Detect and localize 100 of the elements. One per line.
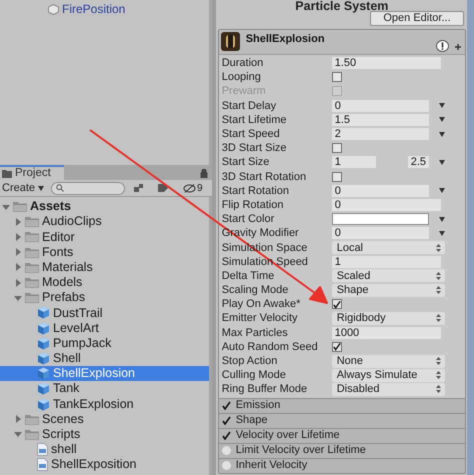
- up-down-arrows-icon: [436, 371, 441, 380]
- property-label: Start Rotation: [222, 184, 290, 197]
- tree-item-label: Scripts: [42, 426, 80, 444]
- module-header[interactable]: Shape: [218, 412, 465, 428]
- tag-icon[interactable]: [157, 183, 170, 193]
- caret-icon[interactable]: [439, 103, 445, 108]
- property-label: Flip Rotation: [222, 198, 284, 211]
- module-header[interactable]: Limit Velocity over Lifetime: [218, 442, 465, 458]
- tree-item[interactable]: Tank: [0, 381, 209, 396]
- property-label: Prewarm: [222, 85, 267, 98]
- number-field[interactable]: 1.5: [332, 114, 429, 126]
- tree-item[interactable]: Shell: [0, 350, 209, 366]
- caret-icon[interactable]: [38, 186, 44, 190]
- scrollbar[interactable]: [467, 0, 474, 475]
- hidden-packages-toggle[interactable]: 9: [183, 180, 203, 196]
- checkbox[interactable]: [332, 72, 342, 82]
- property-label: Duration: [222, 57, 264, 70]
- folder-icon: [25, 231, 39, 242]
- number-field[interactable]: 0: [332, 184, 429, 197]
- tree-item-label: PumpJack: [53, 334, 112, 352]
- tree-item[interactable]: LevelArt: [0, 320, 209, 336]
- search-field[interactable]: [51, 182, 126, 194]
- module-header[interactable]: Inherit Velocity: [218, 458, 465, 472]
- dropdown[interactable]: Shape: [332, 284, 445, 297]
- number-field[interactable]: 2: [332, 128, 429, 140]
- tree-item[interactable]: Editor: [0, 229, 209, 245]
- tree-item-label: Fonts: [42, 244, 74, 261]
- property-label: Delta Time: [222, 270, 276, 282]
- caret-icon[interactable]: [439, 188, 445, 194]
- dropdown[interactable]: None: [332, 354, 445, 368]
- component-title: Particle System: [295, 0, 388, 13]
- tree-item[interactable]: AudioClips: [0, 214, 209, 230]
- tree-item[interactable]: Assets: [0, 199, 209, 214]
- dropdown[interactable]: Rigidbody: [332, 312, 445, 325]
- checkbox[interactable]: [332, 143, 342, 154]
- tree-item[interactable]: Models: [0, 274, 209, 290]
- color-swatch[interactable]: [332, 213, 429, 226]
- tree-item[interactable]: Scenes: [0, 412, 209, 427]
- tree-item-label: Materials: [42, 258, 93, 276]
- cube-icon: [37, 352, 50, 365]
- number-field[interactable]: 1.50: [332, 57, 441, 70]
- tree-item[interactable]: ShellExplosion: [0, 366, 209, 382]
- project-tab[interactable]: Project: [0, 165, 64, 180]
- caret-icon[interactable]: [439, 132, 445, 137]
- filter-by-type-icon[interactable]: [133, 183, 146, 193]
- tree-item[interactable]: ShellExposition: [0, 457, 209, 472]
- number-field[interactable]: 0: [332, 227, 429, 240]
- number-field[interactable]: 0: [332, 198, 441, 211]
- property-label: 3D Start Rotation: [222, 170, 308, 183]
- tree-item[interactable]: shell: [0, 442, 209, 458]
- hierarchy-item[interactable]: FirePosition: [62, 0, 126, 18]
- tree-item[interactable]: Scripts: [0, 426, 209, 442]
- module-title: Inherit Velocity: [236, 458, 308, 474]
- collapse-arrow-icon[interactable]: [14, 294, 22, 302]
- folder-icon: [25, 262, 39, 273]
- tree-item[interactable]: Fonts: [0, 244, 209, 260]
- caret-icon[interactable]: [439, 160, 445, 165]
- module-header[interactable]: Emission: [218, 398, 465, 412]
- property-label: Auto Random Seed: [222, 340, 319, 353]
- cube-icon: [37, 382, 50, 396]
- collapse-arrow-icon[interactable]: [14, 430, 22, 438]
- tree-item-label: Tank: [53, 380, 80, 398]
- dropdown[interactable]: Local: [332, 241, 445, 254]
- caret-icon[interactable]: [439, 230, 445, 236]
- open-editor-button[interactable]: Open Editor...: [370, 11, 464, 26]
- number-field[interactable]: 1: [332, 256, 441, 268]
- tree-item[interactable]: Prefabs: [0, 290, 209, 306]
- number-field[interactable]: 1000: [332, 326, 441, 339]
- number-field[interactable]: 0: [332, 100, 429, 112]
- cube-icon: [37, 367, 50, 380]
- module-title: Limit Velocity over Lifetime: [236, 443, 366, 458]
- dropdown[interactable]: Always Simulate: [332, 368, 445, 382]
- property-label: Culling Mode: [222, 369, 287, 382]
- property-label: Start Lifetime: [222, 114, 288, 126]
- tree-item-label: TankExplosion: [53, 396, 134, 413]
- checkbox[interactable]: [332, 342, 342, 352]
- lock-icon[interactable]: [200, 169, 208, 178]
- tree-item[interactable]: TankExplosion: [0, 396, 209, 412]
- up-down-arrows-icon: [436, 357, 441, 366]
- tree-item[interactable]: PumpJack: [0, 336, 209, 351]
- tree-item-label: ShellExplosion: [53, 365, 135, 382]
- plus-icon[interactable]: [455, 44, 461, 50]
- up-down-arrows-icon: [436, 272, 441, 280]
- expand-arrow-icon[interactable]: [14, 415, 22, 424]
- dropdown[interactable]: Disabled: [332, 382, 445, 396]
- number-field[interactable]: 1: [332, 156, 376, 168]
- caret-icon[interactable]: [439, 117, 445, 122]
- tree-item[interactable]: Materials: [0, 260, 209, 275]
- checkmark-icon: [332, 342, 341, 352]
- checkbox[interactable]: [332, 299, 342, 310]
- dropdown[interactable]: Scaled: [332, 269, 445, 282]
- module-title: Emission: [236, 398, 280, 414]
- checkbox[interactable]: [332, 172, 342, 182]
- tree-item[interactable]: DustTrail: [0, 305, 209, 320]
- tree-item-label: Assets: [30, 198, 71, 216]
- caret-icon[interactable]: [439, 216, 445, 222]
- number-field[interactable]: 2.5: [408, 156, 429, 168]
- module-header[interactable]: Velocity over Lifetime: [218, 428, 465, 442]
- collapse-arrow-icon[interactable]: [2, 202, 10, 211]
- create-button[interactable]: Create: [2, 180, 48, 196]
